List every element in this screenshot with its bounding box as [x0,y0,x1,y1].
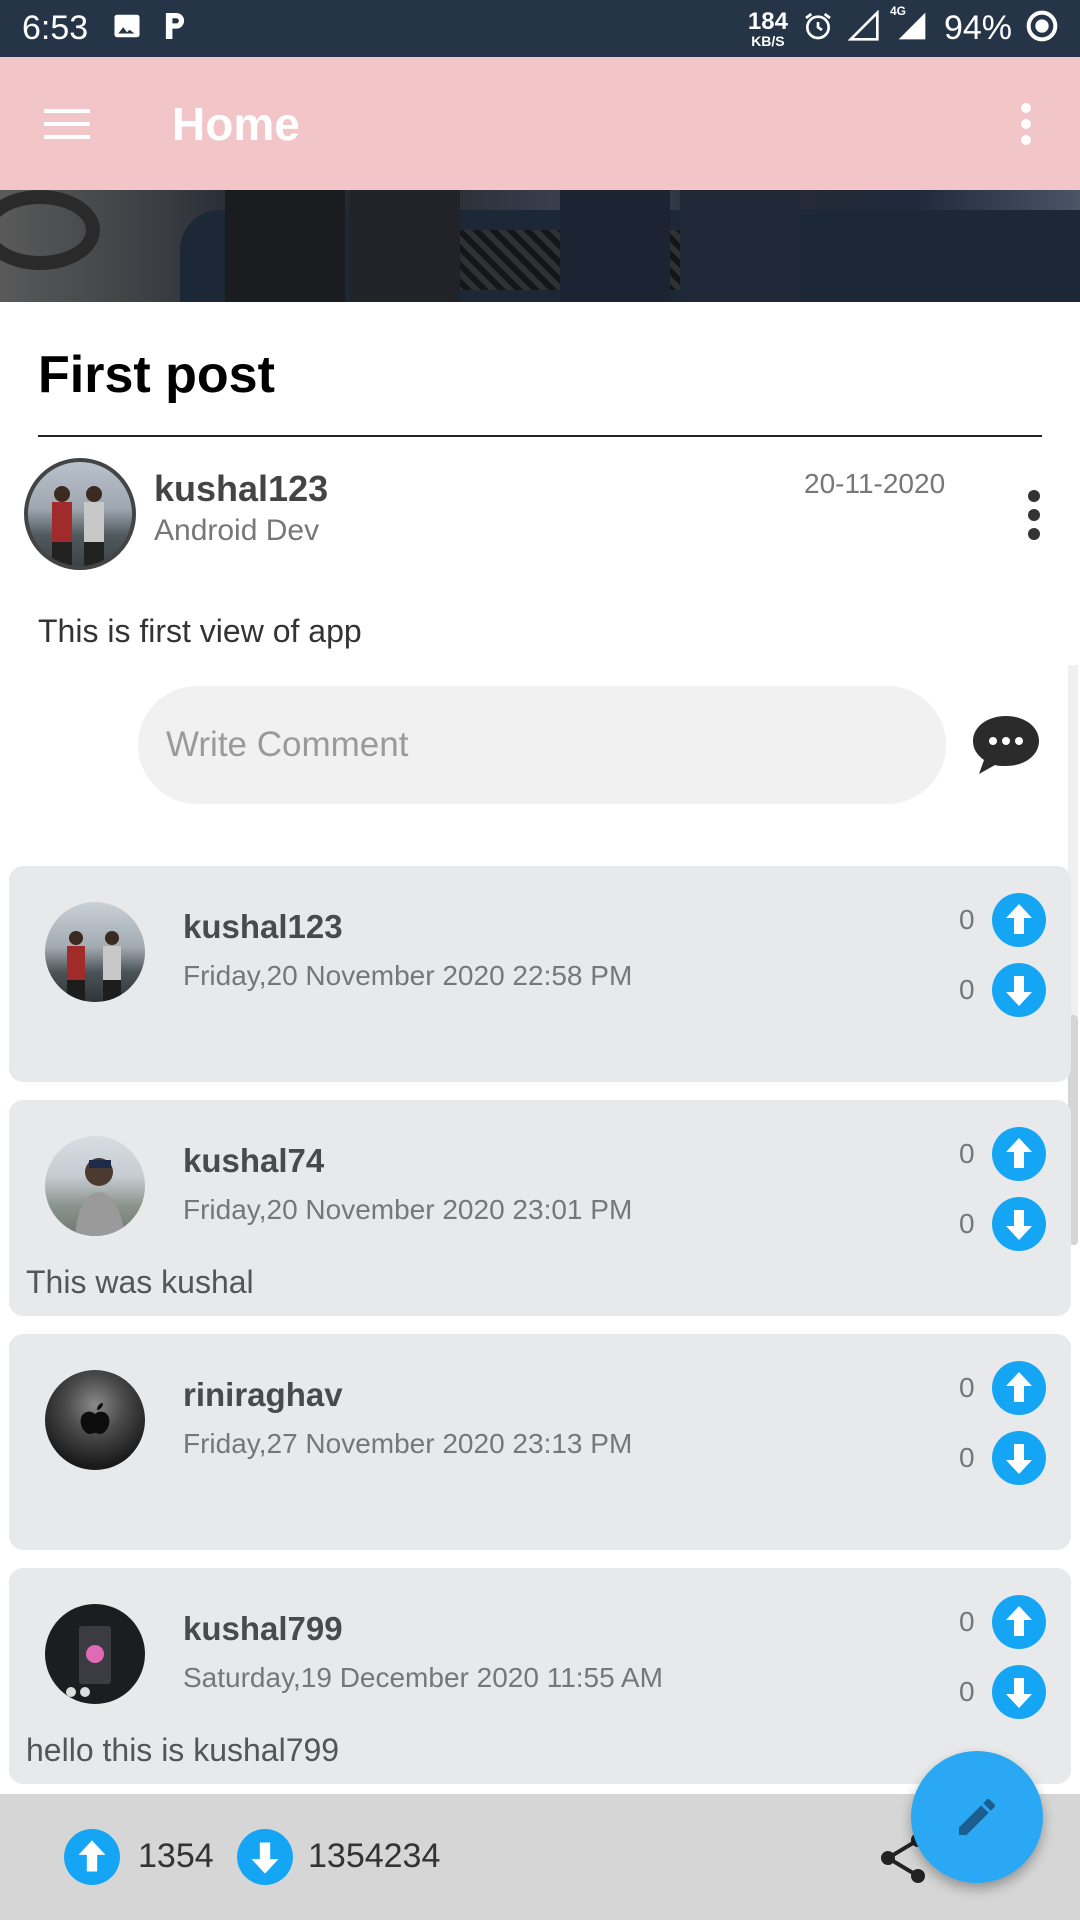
comment-author[interactable]: kushal799 [183,1610,343,1648]
edit-fab-button[interactable] [911,1751,1043,1883]
comment-date: Saturday,19 December 2020 11:55 AM [183,1662,663,1693]
comment-card: riniraghav Friday,27 November 2020 23:13… [9,1334,1071,1550]
post-date: 20-11-2020 [804,468,946,499]
comment-avatar[interactable] [45,1370,145,1470]
upvote-button[interactable] [991,892,1047,948]
comment-author[interactable]: kushal74 [183,1142,324,1180]
screen: 6:53 184 KB/S 4G 94% Home First post kus… [0,0,1080,1920]
arrow-down-circle-icon [992,963,1046,1017]
upvote-count: 0 [959,1606,975,1637]
battery-percent: 94% [943,9,1012,47]
downvote-count: 0 [959,1676,975,1707]
post-body: This is first view of app [38,613,362,649]
comment-text: This was kushal [26,1264,254,1300]
comment-card: kushal123 Friday,20 November 2020 22:58 … [9,866,1071,1082]
app-bar: Home [0,57,1080,190]
post-upvote-button[interactable] [63,1828,121,1886]
arrow-up-circle-icon [992,893,1046,947]
arrow-down-circle-icon [237,1829,293,1885]
gallery-icon [112,11,142,46]
app-title: Home [172,97,300,150]
status-bar: 6:53 184 KB/S 4G 94% [0,0,1080,57]
upvote-button[interactable] [991,1360,1047,1416]
arrow-up-circle-icon [992,1361,1046,1415]
overflow-menu-button[interactable] [996,79,1056,169]
arrow-up-circle-icon [992,1127,1046,1181]
upvote-count: 0 [959,1138,975,1169]
comment-text: hello this is kushal799 [26,1732,340,1768]
pencil-icon [959,1798,996,1835]
downvote-button[interactable] [991,962,1047,1018]
arrow-up-circle-icon [64,1829,120,1885]
post-upvote-count: 1354 [138,1837,214,1875]
signal-4g-icon: 4G [890,4,930,47]
more-vert-icon [1028,490,1040,540]
hamburger-icon [44,108,90,139]
downvote-button[interactable] [991,1196,1047,1252]
author-name[interactable]: kushal123 [154,468,328,510]
paytm-p-icon [162,10,188,47]
post-more-button[interactable] [1004,480,1064,550]
menu-button[interactable] [22,79,112,169]
comment-avatar[interactable] [45,1136,145,1236]
comment-author[interactable]: kushal123 [183,908,343,946]
arrow-up-circle-icon [992,1595,1046,1649]
author-avatar[interactable] [24,458,136,570]
status-time: 6:53 [22,9,89,47]
comment-card: kushal74 Friday,20 November 2020 23:01 P… [9,1100,1071,1316]
chat-bubble-icon [973,716,1039,774]
battery-icon [1026,10,1058,47]
comment-input[interactable] [138,686,946,804]
more-vert-icon [1021,102,1031,145]
comment-avatar[interactable] [45,902,145,1002]
comment-author[interactable]: riniraghav [183,1376,343,1414]
post-cover-image [0,190,1080,302]
downvote-button[interactable] [991,1664,1047,1720]
upvote-count: 0 [959,1372,975,1403]
comment-card: kushal799 Saturday,19 December 2020 11:5… [9,1568,1071,1784]
network-speed: 184 KB/S [747,7,788,49]
downvote-count: 0 [959,974,975,1005]
downvote-count: 0 [959,1442,975,1473]
downvote-button[interactable] [991,1430,1047,1486]
upvote-count: 0 [959,904,975,935]
comment-avatar[interactable] [45,1604,145,1704]
author-role: Android Dev [154,514,320,547]
arrow-down-circle-icon [992,1431,1046,1485]
upvote-button[interactable] [991,1594,1047,1650]
comment-date: Friday,20 November 2020 22:58 PM [183,960,633,991]
post-downvote-count: 1354234 [308,1837,441,1875]
downvote-count: 0 [959,1208,975,1239]
divider [38,435,1042,437]
arrow-down-circle-icon [992,1665,1046,1719]
comment-date: Friday,27 November 2020 23:13 PM [183,1428,633,1459]
alarm-icon [802,10,834,47]
post-author-row: kushal123 Android Dev 20-11-2020 [24,458,1064,570]
arrow-down-circle-icon [992,1197,1046,1251]
signal-outline-icon [847,9,880,47]
post-title: First post [38,346,275,404]
comment-date: Friday,20 November 2020 23:01 PM [183,1194,633,1225]
send-comment-button[interactable] [966,708,1046,782]
post-downvote-button[interactable] [236,1828,294,1886]
upvote-button[interactable] [991,1126,1047,1182]
